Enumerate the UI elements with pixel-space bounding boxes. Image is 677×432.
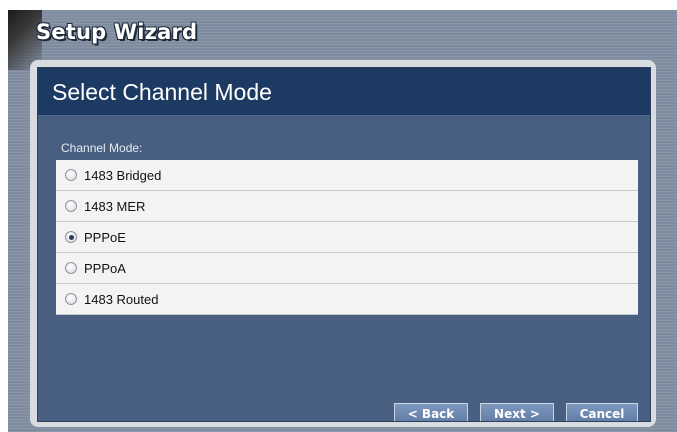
panel-header: Select Channel Mode bbox=[38, 68, 650, 116]
option-1483-routed[interactable]: 1483 Routed bbox=[56, 284, 638, 315]
content-panel-inner: Select Channel Mode Channel Mode: 1483 B… bbox=[37, 67, 651, 422]
option-label: 1483 Routed bbox=[84, 292, 159, 307]
content-panel: Select Channel Mode Channel Mode: 1483 B… bbox=[30, 60, 656, 427]
radio-button-1483-mer[interactable] bbox=[65, 200, 77, 212]
page-title: Select Channel Mode bbox=[52, 79, 272, 105]
option-1483-mer[interactable]: 1483 MER bbox=[56, 191, 638, 222]
radio-button-pppoe[interactable] bbox=[65, 231, 77, 243]
wizard-title: Setup Wizard bbox=[36, 20, 198, 44]
option-pppoe[interactable]: PPPoE bbox=[56, 222, 638, 253]
option-label: 1483 Bridged bbox=[84, 168, 162, 183]
next-button[interactable]: Next > bbox=[480, 403, 554, 421]
setup-wizard-window: Setup Wizard Select Channel Mode Channel… bbox=[8, 10, 677, 432]
channel-mode-options: 1483 Bridged 1483 MER PPPoE PPPoA 1483 R… bbox=[56, 160, 638, 315]
option-label: PPPoE bbox=[84, 230, 126, 245]
radio-button-1483-bridged[interactable] bbox=[65, 169, 77, 181]
channel-mode-label: Channel Mode: bbox=[61, 141, 143, 155]
back-button[interactable]: < Back bbox=[394, 403, 468, 421]
option-label: 1483 MER bbox=[84, 199, 146, 214]
option-pppoa[interactable]: PPPoA bbox=[56, 253, 638, 284]
cancel-button[interactable]: Cancel bbox=[566, 403, 638, 421]
radio-button-1483-routed[interactable] bbox=[65, 293, 77, 305]
radio-button-pppoa[interactable] bbox=[65, 262, 77, 274]
option-1483-bridged[interactable]: 1483 Bridged bbox=[56, 160, 638, 191]
option-label: PPPoA bbox=[84, 261, 126, 276]
